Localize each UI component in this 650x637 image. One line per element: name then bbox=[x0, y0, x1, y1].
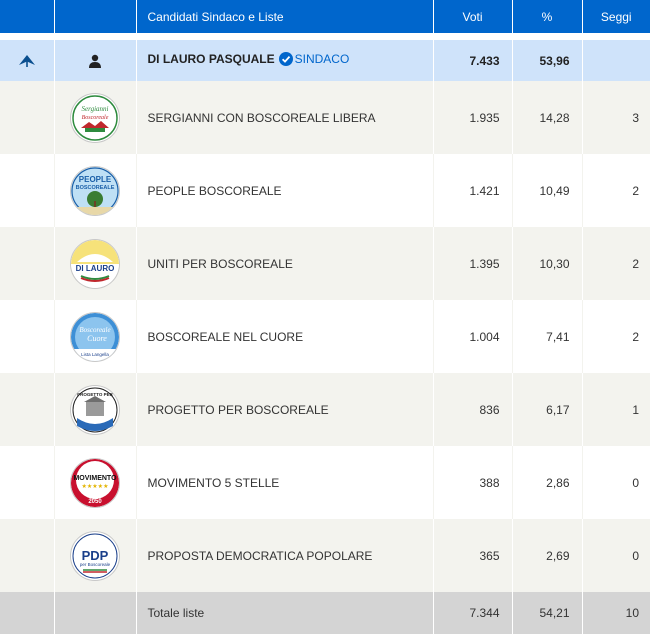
header-percent: % bbox=[512, 0, 583, 33]
total-percent: 54,21 bbox=[512, 592, 583, 634]
list-logo-cell: PROGETTO PER bbox=[54, 373, 137, 446]
total-label: Totale liste bbox=[136, 592, 434, 634]
list-votes: 1.395 bbox=[433, 227, 513, 300]
svg-text:★★★★★: ★★★★★ bbox=[82, 483, 109, 490]
svg-text:BOSCOREALE: BOSCOREALE bbox=[76, 185, 115, 191]
svg-text:DI LAURO: DI LAURO bbox=[76, 264, 115, 273]
total-seats: 10 bbox=[582, 592, 650, 634]
svg-text:PEOPLE: PEOPLE bbox=[79, 175, 112, 184]
svg-text:2050: 2050 bbox=[88, 499, 102, 505]
list-percent: 14,28 bbox=[512, 81, 583, 154]
list-logo-cell: DI LAURO bbox=[54, 227, 137, 300]
list-name: SERGIANNI CON BOSCOREALE LIBERA bbox=[136, 81, 434, 154]
header-empty-1 bbox=[0, 0, 55, 33]
list-seats: 0 bbox=[582, 519, 650, 592]
svg-text:PDP: PDP bbox=[82, 548, 109, 563]
list-name: MOVIMENTO 5 STELLE bbox=[136, 446, 434, 519]
list-logo-cell: Boscoreale Cuore Lista Langella bbox=[54, 300, 137, 373]
people-boscoreale-logo: PEOPLE BOSCOREALE bbox=[71, 166, 119, 215]
list-logo-cell: Sergianni Boscoreale bbox=[54, 81, 137, 154]
table-row: DI LAURO UNITI PER BOSCOREALE 1.395 10,3… bbox=[0, 227, 650, 300]
list-percent: 7,41 bbox=[512, 300, 583, 373]
total-votes: 7.344 bbox=[433, 592, 513, 634]
svg-text:Lista Langella: Lista Langella bbox=[81, 352, 109, 357]
boscoreale-nel-cuore-logo: Boscoreale Cuore Lista Langella bbox=[71, 312, 119, 361]
expand-cell[interactable] bbox=[0, 40, 55, 81]
sindaco-seats bbox=[582, 40, 650, 81]
sindaco-votes: 7.433 bbox=[433, 40, 513, 81]
list-name: PROGETTO PER BOSCOREALE bbox=[136, 373, 434, 446]
svg-text:Boscoreale: Boscoreale bbox=[79, 326, 110, 334]
list-percent: 2,69 bbox=[512, 519, 583, 592]
list-percent: 10,49 bbox=[512, 154, 583, 227]
list-logo-cell: PEOPLE BOSCOREALE bbox=[54, 154, 137, 227]
verified-check-icon bbox=[278, 52, 293, 69]
progetto-per-boscoreale-logo: PROGETTO PER bbox=[71, 385, 119, 434]
header-candidates: Candidati Sindaco e Liste bbox=[136, 0, 434, 33]
header-seats: Seggi bbox=[582, 0, 650, 33]
uniti-per-boscoreale-logo: DI LAURO bbox=[71, 239, 119, 288]
list-seats: 2 bbox=[582, 227, 650, 300]
user-icon bbox=[89, 54, 101, 68]
list-votes: 365 bbox=[433, 519, 513, 592]
table-row: PROGETTO PER PROGETTO PER BOSCOREALE 836… bbox=[0, 373, 650, 446]
table-row: MOVIMENTO ★★★★★ 2050 MOVIMENTO 5 STELLE … bbox=[0, 446, 650, 519]
list-seats: 2 bbox=[582, 154, 650, 227]
list-percent: 6,17 bbox=[512, 373, 583, 446]
results-table: Candidati Sindaco e Liste Voti % Seggi D… bbox=[0, 0, 650, 634]
header-empty-2 bbox=[54, 0, 137, 33]
list-seats: 2 bbox=[582, 300, 650, 373]
sindaco-name: DI LAURO PASQUALE bbox=[147, 52, 275, 66]
svg-text:Boscoreale: Boscoreale bbox=[82, 115, 109, 121]
list-votes: 836 bbox=[433, 373, 513, 446]
table-row: Boscoreale Cuore Lista Langella BOSCOREA… bbox=[0, 300, 650, 373]
list-seats: 1 bbox=[582, 373, 650, 446]
list-seats: 0 bbox=[582, 446, 650, 519]
collapse-arrow-icon[interactable] bbox=[17, 54, 37, 68]
list-votes: 1.935 bbox=[433, 81, 513, 154]
svg-text:Sergianni: Sergianni bbox=[82, 105, 109, 113]
list-name: PEOPLE BOSCOREALE bbox=[136, 154, 434, 227]
svg-text:MOVIMENTO: MOVIMENTO bbox=[73, 475, 117, 482]
movimento-5-stelle-logo: MOVIMENTO ★★★★★ 2050 bbox=[71, 458, 119, 507]
list-votes: 1.004 bbox=[433, 300, 513, 373]
list-seats: 3 bbox=[582, 81, 650, 154]
sindaco-row[interactable]: DI LAURO PASQUALE SINDACO 7.433 53,96 bbox=[0, 40, 650, 81]
total-row: Totale liste 7.344 54,21 10 bbox=[0, 592, 650, 634]
svg-text:per Boscoreale: per Boscoreale bbox=[80, 562, 111, 567]
table-row: PDP per Boscoreale PROPOSTA DEMOCRATICA … bbox=[0, 519, 650, 592]
table-header: Candidati Sindaco e Liste Voti % Seggi bbox=[0, 0, 650, 33]
list-name: BOSCOREALE NEL CUORE bbox=[136, 300, 434, 373]
table-row: Sergianni Boscoreale SERGIANNI CON BOSCO… bbox=[0, 81, 650, 154]
sergianni-logo: Sergianni Boscoreale bbox=[71, 93, 119, 142]
list-logo-cell: MOVIMENTO ★★★★★ 2050 bbox=[54, 446, 137, 519]
list-name: PROPOSTA DEMOCRATICA POPOLARE bbox=[136, 519, 434, 592]
candidate-icon-cell bbox=[54, 40, 137, 81]
list-votes: 388 bbox=[433, 446, 513, 519]
list-logo-cell: PDP per Boscoreale bbox=[54, 519, 137, 592]
sindaco-name-cell: DI LAURO PASQUALE SINDACO bbox=[136, 40, 434, 81]
sindaco-tag: SINDACO bbox=[294, 52, 350, 66]
list-percent: 10,30 bbox=[512, 227, 583, 300]
svg-text:Cuore: Cuore bbox=[87, 334, 107, 343]
list-votes: 1.421 bbox=[433, 154, 513, 227]
list-percent: 2,86 bbox=[512, 446, 583, 519]
header-votes: Voti bbox=[433, 0, 513, 33]
table-row: PEOPLE BOSCOREALE PEOPLE BOSCOREALE 1.42… bbox=[0, 154, 650, 227]
proposta-democratica-popolare-logo: PDP per Boscoreale bbox=[71, 531, 119, 580]
list-name: UNITI PER BOSCOREALE bbox=[136, 227, 434, 300]
sindaco-percent: 53,96 bbox=[512, 40, 583, 81]
